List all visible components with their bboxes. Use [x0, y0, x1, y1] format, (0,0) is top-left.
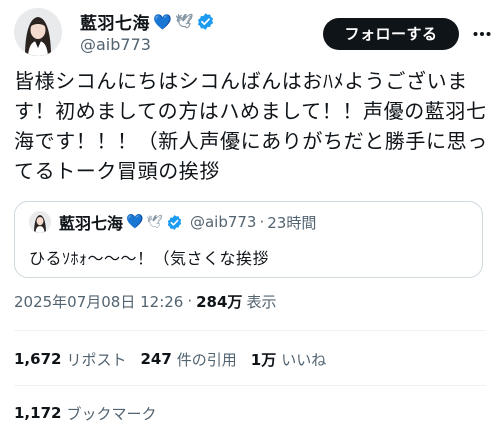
dove-emoji: 🕊 — [175, 13, 194, 30]
quote-header: 藍羽七海 💙 🕊 @aib773 · 23時間 — [59, 211, 316, 233]
author-name-text: 藍羽七海 — [80, 14, 150, 34]
meta-separator: · — [187, 292, 193, 310]
blue-heart-emoji: 💙 — [153, 12, 173, 31]
quote-text: ひるｿﾎｫ〜〜〜！（気さくな挨拶 — [29, 249, 270, 268]
verified-badge-icon — [196, 12, 215, 31]
quote-author-name: 藍羽七海 — [59, 214, 124, 233]
engagement-stats: 1,672 リポスト 247 件の引用 1万 いいね — [14, 347, 340, 371]
tweet-detail: 藍羽七海 💙 🕊 @aib773 フォローする 皆様シコんにちはシコんばんはおﾊ… — [0, 0, 500, 433]
view-count: 284万 — [196, 292, 243, 311]
repost-count: 1,672 — [14, 350, 62, 368]
more-options-icon[interactable] — [470, 22, 494, 46]
like-label: いいね — [281, 350, 327, 369]
tweet-text: 皆様シコんにちはシコんばんはおﾊﾒようございます！初めましての方はハめまして！！… — [14, 69, 488, 183]
author-name[interactable]: 藍羽七海 💙 🕊 — [80, 9, 215, 34]
follow-button[interactable]: フォローする — [323, 18, 459, 50]
like-stat[interactable]: 1万 いいね — [251, 349, 326, 370]
quote-dove-emoji: 🕊 — [146, 214, 163, 230]
author-avatar[interactable] — [14, 8, 62, 56]
quote-separator: · — [259, 213, 265, 231]
quote-verified-badge-icon — [166, 214, 183, 231]
bookmark-label: ブックマーク — [66, 404, 157, 423]
quote-timestamp: 23時間 — [267, 213, 317, 232]
quoted-tweet[interactable]: 藍羽七海 💙 🕊 @aib773 · 23時間 ひるｿﾎｫ〜〜〜！（気さくな挨拶 — [14, 201, 483, 278]
quote-author-avatar — [29, 211, 51, 233]
tweet-datetime[interactable]: 2025年07月08日 12:26 — [14, 291, 183, 312]
view-label: 表示 — [246, 292, 277, 311]
author-handle[interactable]: @aib773 — [80, 35, 151, 54]
quote-blue-heart-emoji: 💙 — [126, 214, 144, 230]
bookmark-count: 1,172 — [14, 404, 62, 422]
bookmark-stat[interactable]: 1,172 ブックマーク — [14, 401, 156, 425]
repost-label: リポスト — [66, 350, 127, 369]
like-count: 1万 — [250, 350, 277, 369]
quote-count: 247 — [140, 350, 172, 368]
tweet-meta: 2025年07月08日 12:26 · 284万 表示 — [14, 289, 276, 313]
quote-author-handle: @aib773 — [189, 213, 257, 231]
repost-stat[interactable]: 1,672 リポスト — [14, 349, 126, 370]
quote-label: 件の引用 — [176, 350, 237, 369]
tweet-header: 藍羽七海 💙 🕊 @aib773 フォローする — [0, 0, 500, 64]
quote-stat[interactable]: 247 件の引用 — [140, 349, 236, 370]
divider — [14, 330, 486, 331]
divider — [14, 385, 486, 386]
